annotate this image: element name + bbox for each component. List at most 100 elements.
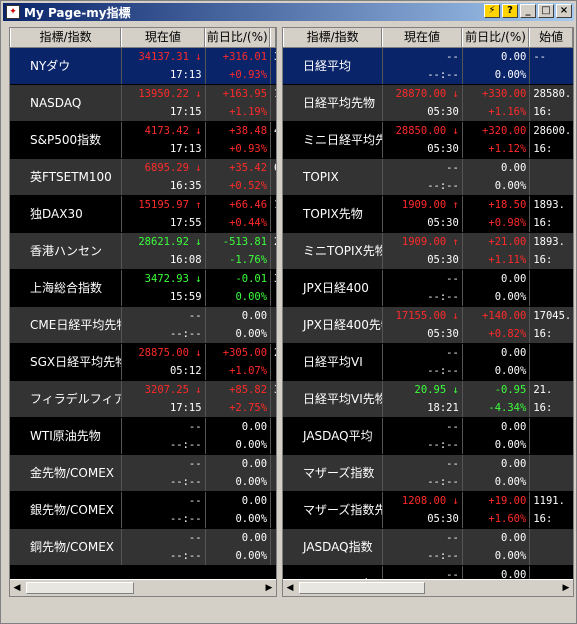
current-value-cell: 1909.00 ↑ 05:30 xyxy=(382,233,461,269)
update-time: --:-- xyxy=(427,180,459,192)
header-open[interactable] xyxy=(270,28,276,47)
index-name: 金先物/COMEX xyxy=(30,466,115,480)
change-value: -513.81 xyxy=(222,236,268,248)
index-name: JPX日経400先物 xyxy=(303,318,382,332)
table-row[interactable]: 銅先物/COMEX -- --:-- 0.00 0.00% xyxy=(10,529,276,566)
scroll-left-icon[interactable]: ◀ xyxy=(283,581,297,595)
change-percent: 0.00% xyxy=(235,439,268,451)
open-cell xyxy=(529,529,573,565)
index-name: NASDAQ xyxy=(30,96,82,110)
table-row[interactable]: SGX日経平均先物 28875.00 ↓ 05:12 +305.00 +1.07% 28 xyxy=(10,344,276,381)
index-name: ミニTOPIX先物 xyxy=(303,244,383,258)
update-time: 05:30 xyxy=(427,143,459,155)
scroll-track[interactable] xyxy=(24,582,262,594)
open-value: 3 xyxy=(274,381,276,399)
close-button[interactable]: × xyxy=(556,4,572,18)
table-row[interactable]: 上海総合指数 3472.93 ↓ 15:59 -0.01 0.00% 3 xyxy=(10,270,276,307)
table-row[interactable]: TOPIX先物 1909.00 ↑ 05:30 +18.50 +0.98% 1893. 16… xyxy=(283,196,573,233)
open-time: 16: xyxy=(533,106,553,118)
current-value: 28621.92 ↓ xyxy=(138,236,202,248)
current-value: 1208.00 ↓ xyxy=(401,495,459,507)
pin-icon[interactable]: ⚡ xyxy=(484,4,500,18)
table-row[interactable]: NASDAQ 13950.22 ↓ 17:15 +163.95 +1.19% 13 xyxy=(10,85,276,122)
update-time: 05:30 xyxy=(427,513,459,525)
maximize-button[interactable]: □ xyxy=(538,4,554,18)
table-row[interactable]: 日経平均VI -- --:-- 0.00 0.00% xyxy=(283,344,573,381)
header-name[interactable]: 指標/指数 xyxy=(10,28,122,47)
table-row[interactable]: 銀先物/COMEX -- --:-- 0.00 0.00% xyxy=(10,492,276,529)
table-row[interactable]: JPX日経400 -- --:-- 0.00 0.00% xyxy=(283,270,573,307)
help-button[interactable]: ? xyxy=(502,4,518,18)
minimize-button[interactable]: _ xyxy=(520,4,536,18)
open-value: 1191. xyxy=(533,495,565,507)
table-row[interactable]: NYダウ 34137.31 ↓ 17:13 +316.01 +0.93% 33 xyxy=(10,48,276,85)
change-percent: -1.76% xyxy=(229,254,268,266)
index-name: NYダウ xyxy=(30,59,71,73)
header-change[interactable]: 前日比/(%) xyxy=(461,28,530,47)
change-cell: +163.95 +1.19% xyxy=(204,85,270,121)
header-current[interactable]: 現在値 xyxy=(382,28,462,47)
table-row[interactable]: 香港ハンセン 28621.92 ↓ 16:08 -513.81 -1.76% 28 xyxy=(10,233,276,270)
current-value-cell: -- --:-- xyxy=(121,492,204,528)
right-table-header: 指標/指数 現在値 前日比/(%) 始値 xyxy=(283,28,573,48)
scroll-right-icon[interactable]: ▶ xyxy=(262,581,276,595)
table-row[interactable]: JASDAQ指数 -- --:-- 0.00 0.00% xyxy=(283,529,573,566)
table-row[interactable]: フィラデルフィア半導 3207.25 ↓ 17:15 +85.82 +2.75% 3 xyxy=(10,381,276,418)
header-name[interactable]: 指標/指数 xyxy=(283,28,383,47)
table-row[interactable]: JPX日経400先物17155.00 ↓05:30+140.00+0.82%17… xyxy=(283,307,573,344)
table-row[interactable]: 日経平均先物 28870.00 ↓ 05:30 +330.00 +1.16% 28580.… xyxy=(283,85,573,122)
header-open[interactable]: 始値 xyxy=(529,28,573,47)
scroll-thumb[interactable] xyxy=(299,582,425,594)
change-cell: -513.81 -1.76% xyxy=(204,233,270,269)
right-index-table[interactable]: 指標/指数 現在値 前日比/(%) 始値 日経平均 -- --:-- 0.00 0.00… xyxy=(282,27,574,597)
left-horizontal-scrollbar[interactable]: ◀ ▶ xyxy=(10,579,276,596)
table-row[interactable]: TOPIX -- --:-- 0.00 0.00% xyxy=(283,159,573,196)
open-time: 16: xyxy=(533,143,553,155)
current-value-cell: -- --:-- xyxy=(382,344,461,380)
open-value: 28580. xyxy=(533,88,572,100)
table-row[interactable]: ミニ日経平均先物28850.00 ↓05:30+320.00+1.12%2860… xyxy=(283,122,573,159)
index-name: WTI原油先物 xyxy=(30,429,101,443)
current-value: -- xyxy=(446,347,459,359)
scroll-thumb[interactable] xyxy=(26,582,134,594)
index-name: SGX日経平均先物 xyxy=(30,355,122,369)
table-row[interactable]: 金先物/COMEX -- --:-- 0.00 0.00% xyxy=(10,455,276,492)
index-name: 日経平均VI先物 xyxy=(303,392,383,406)
table-row[interactable]: 日経平均VI先物 20.95 ↓ 18:21 -0.95 -4.34% 21. 16: xyxy=(283,381,573,418)
table-row[interactable]: CME日経平均先物 -- --:-- 0.00 0.00% xyxy=(10,307,276,344)
table-row[interactable]: 英FTSETM100 6895.29 ↓ 16:35 +35.42 +0.52% 6 xyxy=(10,159,276,196)
open-cell xyxy=(529,418,573,454)
table-row[interactable]: 独DAX30 15195.97 ↑ 17:55 +66.46 +0.44% 15 xyxy=(10,196,276,233)
update-time: --:-- xyxy=(427,69,459,81)
scroll-right-icon[interactable]: ▶ xyxy=(559,581,573,595)
current-value: 15195.97 ↑ xyxy=(138,199,202,211)
current-value-cell: 28850.00 ↓ 05:30 xyxy=(382,122,461,158)
table-row[interactable]: マザーズ指数先物1208.00 ↓05:30+19.00+1.60%1191.1… xyxy=(283,492,573,529)
scroll-left-icon[interactable]: ◀ xyxy=(10,581,24,595)
current-value-cell: -- --:-- xyxy=(121,455,204,491)
current-value-cell: 3472.93 ↓ 15:59 xyxy=(121,270,204,306)
scroll-track[interactable] xyxy=(297,582,559,594)
left-index-table[interactable]: 指標/指数 現在値 前日比/(%) NYダウ 34137.31 ↓ 17:13 +31… xyxy=(9,27,277,597)
table-row[interactable]: S&P500指数 4173.42 ↓ 17:13 +38.48 +0.93% 4 xyxy=(10,122,276,159)
current-value-cell: 17155.00 ↓ 05:30 xyxy=(382,307,461,343)
table-row[interactable]: JASDAQ平均 -- --:-- 0.00 0.00% xyxy=(283,418,573,455)
update-time: 17:15 xyxy=(169,106,202,118)
header-change[interactable]: 前日比/(%) xyxy=(204,28,271,47)
current-value: 1909.00 ↑ xyxy=(401,236,459,248)
update-time: 17:13 xyxy=(169,143,202,155)
title-bar[interactable]: ✦ My Page-my指標 ⚡ ? _ □ × xyxy=(3,3,574,21)
table-row[interactable]: 日経平均 -- --:-- 0.00 0.00% -- xyxy=(283,48,573,85)
open-cell xyxy=(270,529,276,565)
change-value: 0.00 xyxy=(241,310,268,322)
table-row[interactable]: WTI原油先物 -- --:-- 0.00 0.00% xyxy=(10,418,276,455)
change-percent: +0.44% xyxy=(229,217,268,229)
table-row[interactable]: ミニTOPIX先物 1909.00 ↑ 05:30 +21.00 +1.11% 1893.… xyxy=(283,233,573,270)
update-time: --:-- xyxy=(427,476,459,488)
table-row[interactable]: マザーズ指数 -- --:-- 0.00 0.00% xyxy=(283,455,573,492)
right-horizontal-scrollbar[interactable]: ◀ ▶ xyxy=(283,579,573,596)
update-time: --:-- xyxy=(427,365,459,377)
current-value: 4173.42 ↓ xyxy=(144,125,202,137)
change-value: 0.00 xyxy=(501,347,527,359)
header-current[interactable]: 現在値 xyxy=(121,28,205,47)
